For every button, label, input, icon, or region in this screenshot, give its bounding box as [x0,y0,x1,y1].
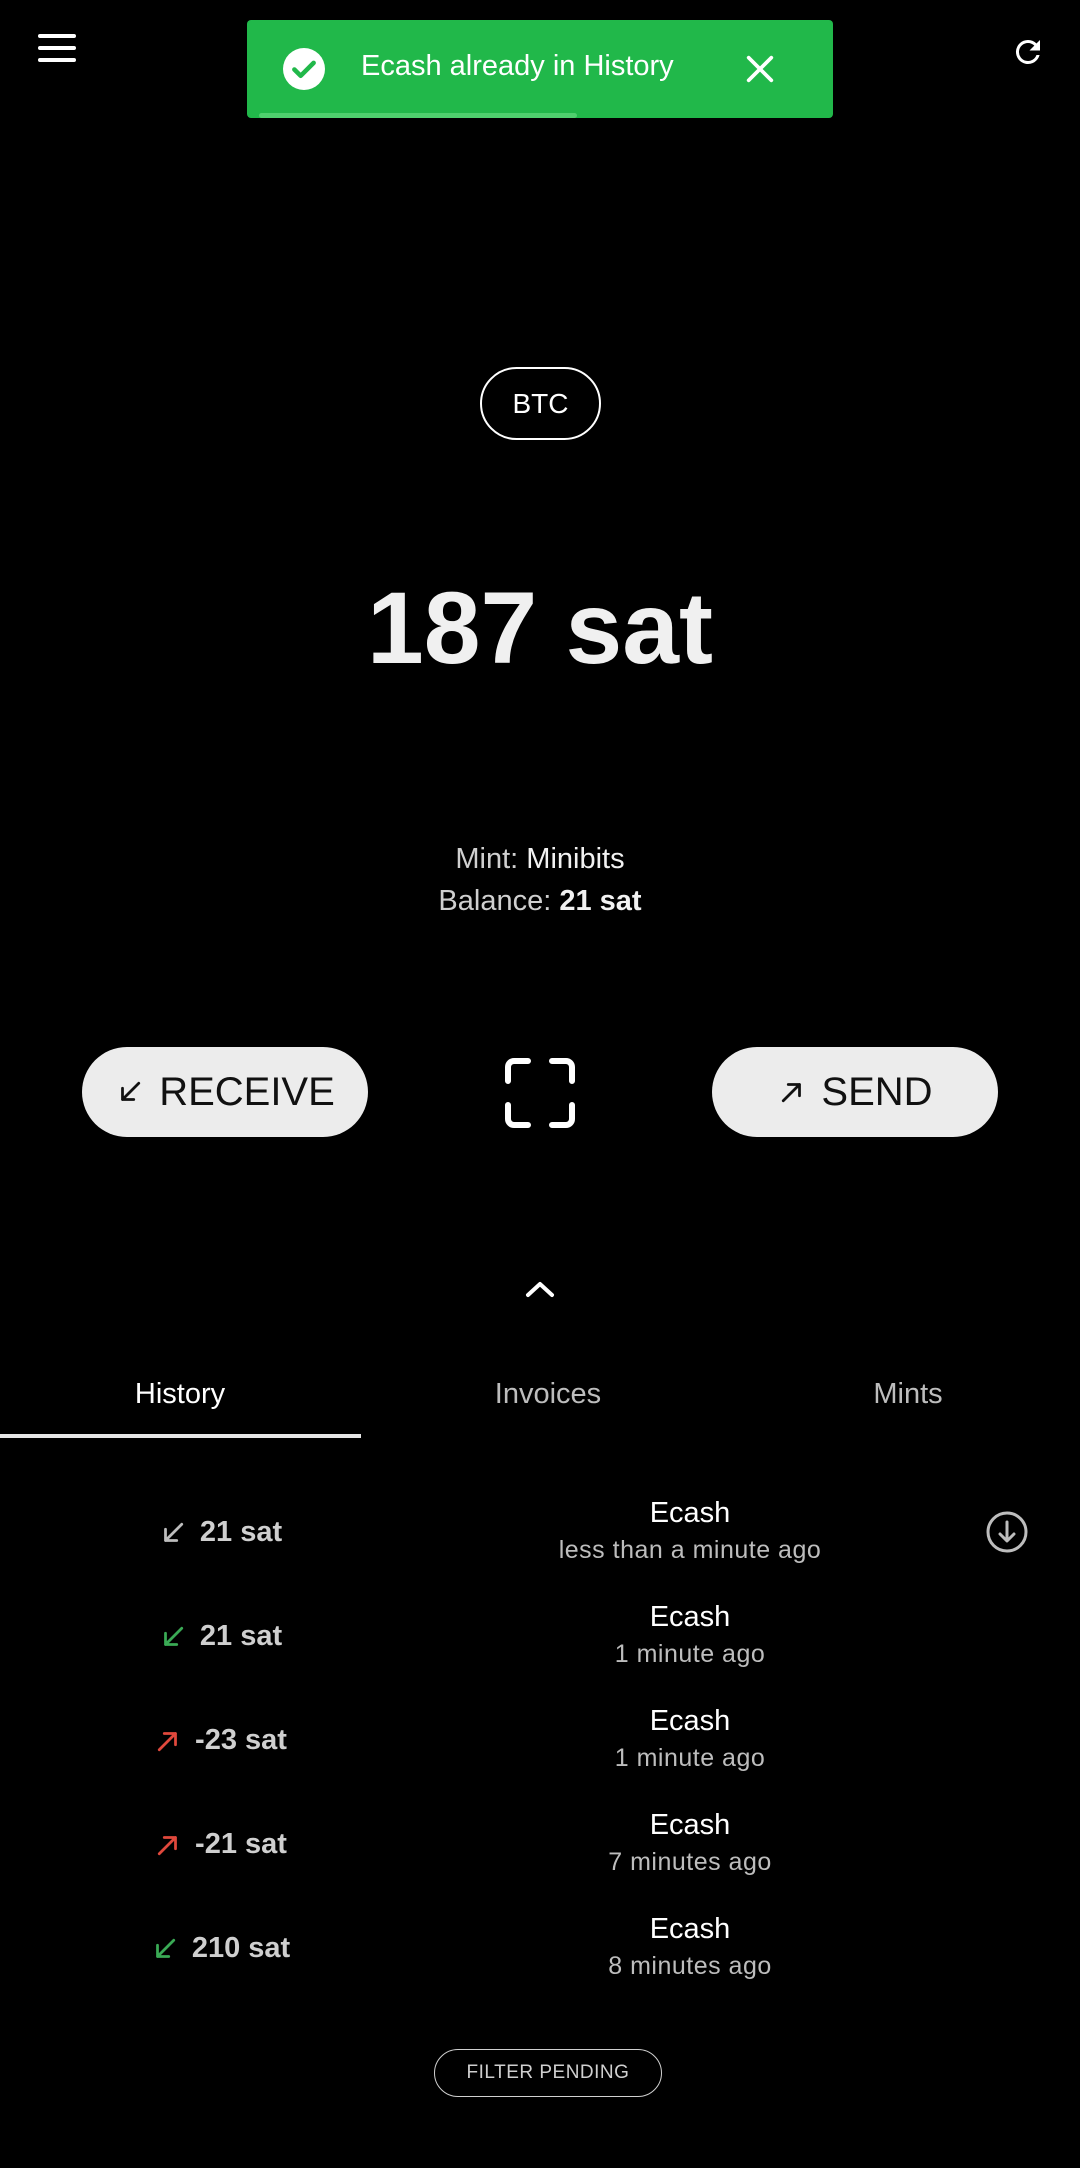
history-amount: 21 sat [199,1620,283,1652]
history-title: Ecash [649,1809,731,1841]
history-title: Ecash [649,1705,731,1737]
currency-chip[interactable]: BTC [480,367,601,440]
history-amount: 21 sat [199,1516,283,1548]
history-amount: 210 sat [191,1932,291,1964]
history-amount-cell: 21 sat [100,1620,340,1653]
history-time: less than a minute ago [558,1536,822,1564]
tab-mints[interactable]: Mints [728,1350,1080,1438]
history-row[interactable]: 210 sat Ecash 8 minutes ago [0,1904,1080,2008]
history-time: 7 minutes ago [608,1848,772,1876]
receive-button[interactable]: RECEIVE [82,1047,368,1137]
arrow-up-right-icon [157,1835,177,1855]
tab-invoices[interactable]: Invoices [368,1350,728,1438]
history-title: Ecash [649,1497,731,1529]
toast-progress-bar [259,113,577,118]
history-amount: -23 sat [195,1724,287,1756]
send-label: SEND [821,1069,933,1114]
history-desc: Ecash less than a minute ago [490,1494,890,1568]
toast-message: Ecash already in History [361,50,674,82]
mint-balance-value: 21 sat [559,885,642,917]
arrow-down-left-icon [164,1626,183,1646]
history-time: 1 minute ago [614,1744,766,1772]
history-time: 1 minute ago [614,1640,766,1668]
arrow-down-left-icon [155,1938,175,1958]
history-amount: -21 sat [195,1828,287,1860]
arrow-up-right-icon [157,1731,177,1751]
close-icon[interactable] [743,52,777,86]
check-circle-icon [283,48,325,90]
history-time: 8 minutes ago [608,1952,772,1980]
send-button[interactable]: SEND [712,1047,998,1137]
history-row[interactable]: 21 sat Ecash less than a minute ago [0,1488,1080,1592]
chevron-up-icon[interactable] [522,1277,558,1301]
mint-balance-label: Balance: [438,885,552,917]
history-row[interactable]: 21 sat Ecash 1 minute ago [0,1592,1080,1696]
history-desc: Ecash 1 minute ago [490,1598,890,1672]
active-tab-indicator [0,1434,361,1438]
arrow-down-left-icon [164,1522,183,1542]
history-amount-cell: -23 sat [100,1724,340,1757]
active-mint-line[interactable]: Mint: Minibits [0,843,1080,876]
menu-icon[interactable] [38,34,78,66]
filter-pending-button[interactable]: FILTER PENDING [434,2049,662,2097]
mint-balance-line: Balance: 21 sat [0,885,1080,918]
history-amount-cell: 210 sat [100,1932,340,1965]
history-desc: Ecash 8 minutes ago [490,1910,890,1984]
history-amount-cell: -21 sat [100,1828,340,1861]
download-circle-icon[interactable] [985,1510,1029,1554]
arrow-up-right-icon [782,1083,802,1103]
history-title: Ecash [649,1913,731,1945]
toast-notification: Ecash already in History [247,20,833,118]
refresh-icon[interactable] [1010,34,1046,70]
history-row[interactable]: -23 sat Ecash 1 minute ago [0,1696,1080,1800]
tab-bar: History Invoices Mints [0,1350,1080,1438]
history-desc: Ecash 1 minute ago [490,1702,890,1776]
tab-history[interactable]: History [0,1350,360,1438]
total-balance: 187 sat [367,571,713,685]
arrow-down-left-icon [121,1081,141,1101]
history-row[interactable]: -21 sat Ecash 7 minutes ago [0,1800,1080,1904]
history-desc: Ecash 7 minutes ago [490,1806,890,1880]
mint-name: Minibits [526,843,625,875]
scan-qr-icon[interactable] [504,1057,576,1129]
history-amount-cell: 21 sat [100,1516,340,1549]
history-title: Ecash [649,1601,731,1633]
mint-label: Mint: [455,843,519,875]
receive-label: RECEIVE [159,1069,335,1114]
